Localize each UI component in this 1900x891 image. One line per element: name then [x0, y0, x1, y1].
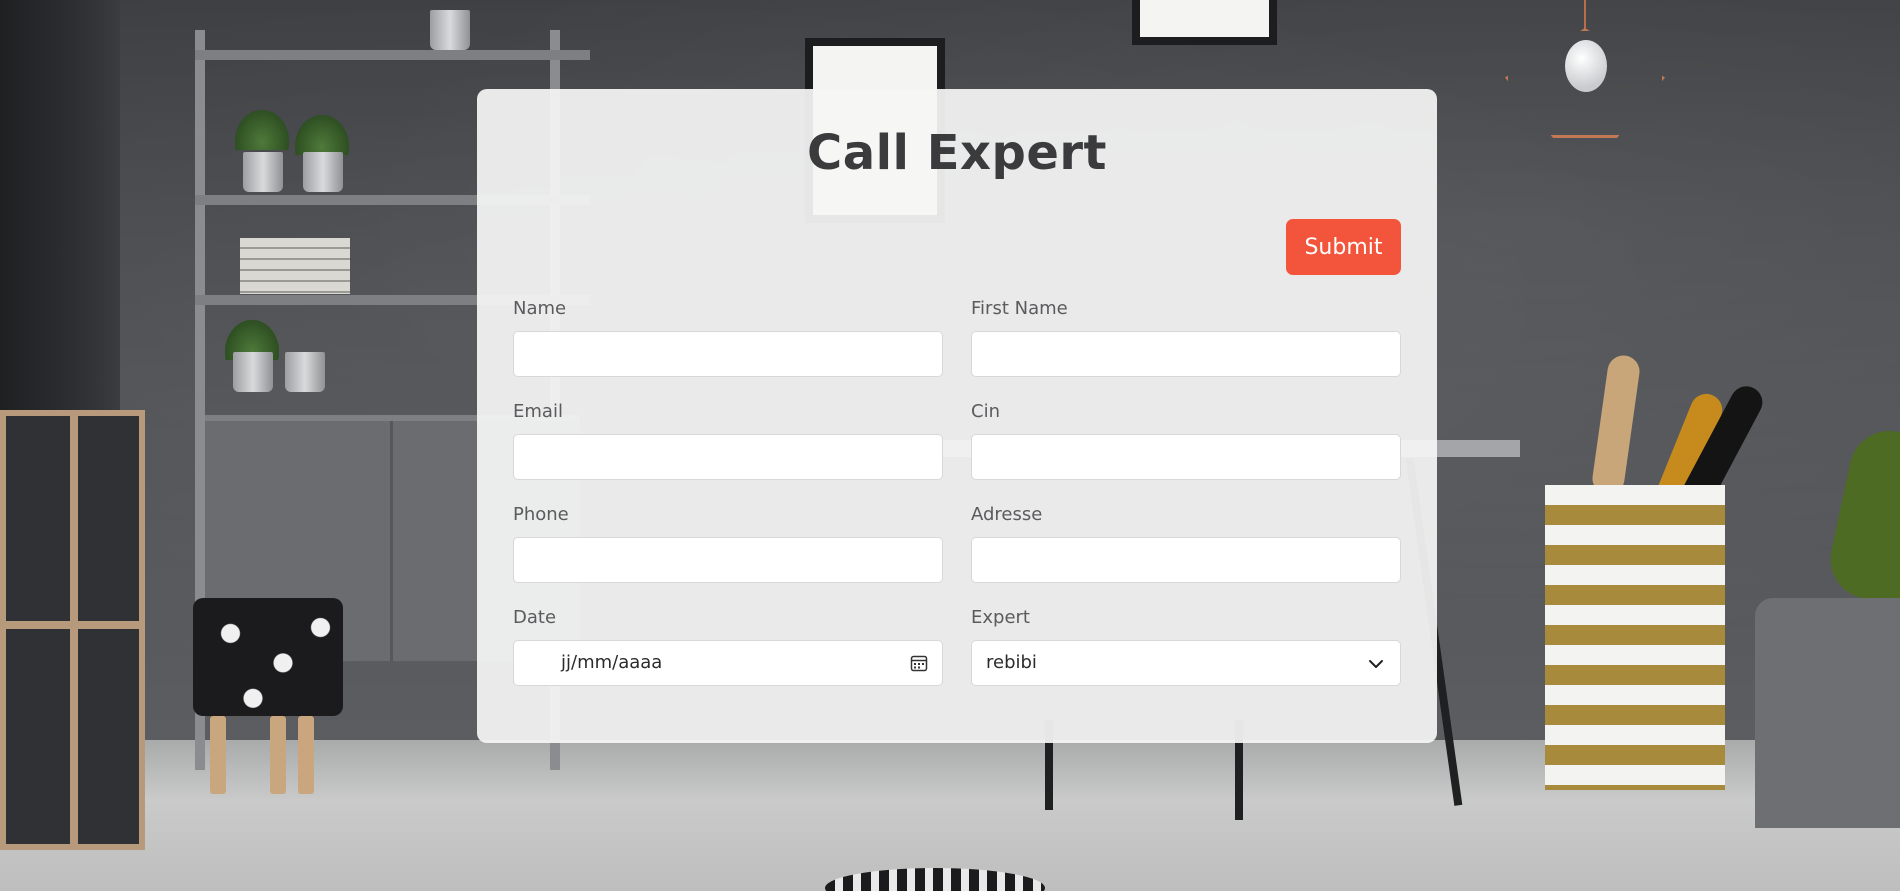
pot [285, 352, 325, 392]
date-input[interactable]: jj/mm/aaaa [513, 640, 943, 686]
plant [295, 115, 349, 155]
curtain [0, 0, 120, 420]
cabinet [0, 410, 145, 850]
date-field-group: Date jj/mm/aaaa [513, 606, 943, 686]
email-input[interactable] [513, 434, 943, 480]
cin-label: Cin [971, 401, 1000, 422]
pot [243, 152, 283, 192]
plant [235, 110, 289, 150]
first-name-input[interactable] [971, 331, 1401, 377]
pot [303, 152, 343, 192]
submit-button[interactable]: Submit [1286, 219, 1401, 275]
expert-selected-value: rebibi [986, 652, 1037, 673]
stool [193, 598, 343, 716]
pot [233, 352, 273, 392]
email-field-group: Email [513, 400, 943, 480]
striped-bag [1545, 485, 1725, 790]
picture-frame [1132, 0, 1277, 45]
adresse-label: Adresse [971, 504, 1043, 525]
adresse-field-group: Adresse [971, 503, 1401, 583]
cin-field-group: Cin [971, 400, 1401, 480]
expert-label: Expert [971, 607, 1030, 628]
cin-input[interactable] [971, 434, 1401, 480]
pendant-lamp [1505, 0, 1665, 140]
sofa [1755, 598, 1900, 828]
shelf-board [195, 50, 590, 60]
first-name-field-group: First Name [971, 297, 1401, 377]
adresse-input[interactable] [971, 537, 1401, 583]
name-field-group: Name [513, 297, 943, 377]
phone-input[interactable] [513, 537, 943, 583]
chevron-down-icon [1368, 656, 1384, 670]
paper-rolls [1590, 353, 1768, 531]
books [240, 238, 350, 294]
email-label: Email [513, 401, 563, 422]
first-name-label: First Name [971, 298, 1068, 319]
expert-select[interactable]: rebibi [971, 640, 1401, 686]
name-label: Name [513, 298, 567, 319]
stool-leg [210, 716, 226, 794]
page-title: Call Expert [806, 125, 1107, 181]
calendar-icon[interactable] [910, 654, 928, 672]
stool-leg [298, 716, 314, 794]
stool-leg [270, 716, 286, 794]
expert-field-group: Expert rebibi [971, 606, 1401, 686]
pot [430, 10, 470, 50]
call-expert-form-card: Call Expert Submit Name First Name Email… [477, 89, 1437, 743]
phone-label: Phone [513, 504, 569, 525]
date-placeholder: jj/mm/aaaa [561, 652, 663, 673]
phone-field-group: Phone [513, 503, 943, 583]
name-input[interactable] [513, 331, 943, 377]
date-label: Date [513, 607, 557, 628]
